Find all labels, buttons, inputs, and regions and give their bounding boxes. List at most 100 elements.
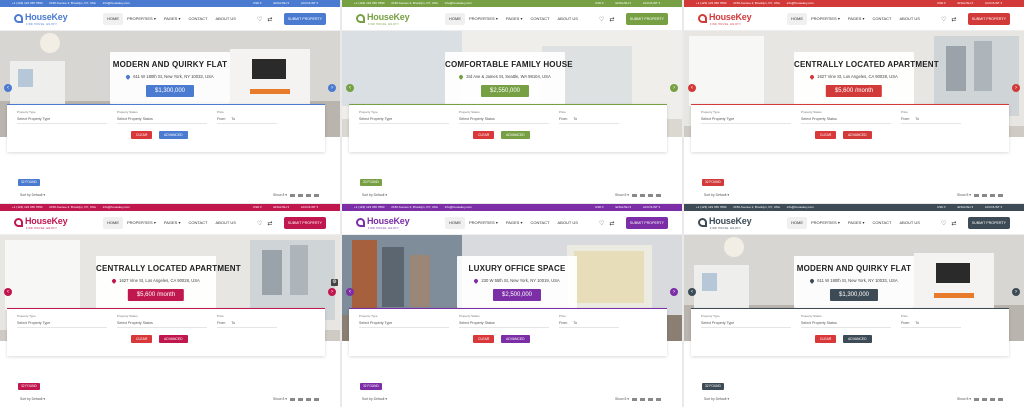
price-badge[interactable]: $2,500,000 <box>492 289 542 301</box>
menu-item-about[interactable]: ABOUT US <box>554 217 582 229</box>
map-view-icon[interactable] <box>306 397 311 401</box>
featured-property-card[interactable]: CENTRALLY LOCATED APARTMENT 1627 Vine St… <box>794 52 939 104</box>
menu-item-home[interactable]: HOME <box>103 13 123 25</box>
language-dropdown[interactable]: ENGLISH ▾ <box>616 1 632 5</box>
map-view-icon[interactable] <box>648 397 653 401</box>
email-text[interactable]: info@housekey.com <box>103 205 130 209</box>
property-status-select[interactable]: Property Status Select Property Status <box>117 110 207 124</box>
menu-item-about[interactable]: ABOUT US <box>554 13 582 25</box>
logo[interactable]: HouseKey FIND HOUSE. ENJOY! <box>698 10 760 28</box>
prev-slide-arrow[interactable]: ‹ <box>346 288 354 296</box>
show-count-dropdown[interactable]: Show 8 ▾ <box>615 193 629 197</box>
featured-property-card[interactable]: MODERN AND QUIRKY FLAT 611 W 180th St, N… <box>110 52 230 104</box>
menu-item-home[interactable]: HOME <box>445 217 465 229</box>
compare-icon[interactable]: ⇄ <box>609 221 614 227</box>
compare-icon[interactable]: ⇄ <box>951 221 956 227</box>
menu-item-home[interactable]: HOME <box>103 217 123 229</box>
currency-dropdown[interactable]: USD ▾ <box>253 205 262 209</box>
advanced-button[interactable]: ADVANCED <box>159 335 188 343</box>
menu-item-pages[interactable]: PAGES ▾ <box>844 13 869 25</box>
menu-item-about[interactable]: ABOUT US <box>212 217 240 229</box>
clear-button[interactable]: CLEAR <box>131 131 153 139</box>
menu-item-contact[interactable]: CONTACT <box>868 217 895 229</box>
grid-view-icon[interactable] <box>974 193 979 197</box>
price-range-input[interactable]: Price From To <box>901 314 961 328</box>
clear-button[interactable]: CLEAR <box>473 131 495 139</box>
prev-slide-arrow[interactable]: ‹ <box>688 288 696 296</box>
currency-dropdown[interactable]: USD ▾ <box>937 205 946 209</box>
map-view-icon[interactable] <box>990 397 995 401</box>
next-slide-arrow[interactable]: › <box>328 288 336 296</box>
phone-text[interactable]: +1 (123) 123 456 7890 <box>12 205 42 209</box>
menu-item-contact[interactable]: CONTACT <box>184 13 211 25</box>
compare-icon[interactable]: ⇄ <box>267 17 272 23</box>
advanced-button[interactable]: ADVANCED <box>501 335 530 343</box>
next-slide-arrow[interactable]: › <box>328 84 336 92</box>
menu-item-properties[interactable]: PROPERTIES ▾ <box>807 217 844 229</box>
menu-item-properties[interactable]: PROPERTIES ▾ <box>807 13 844 25</box>
property-type-select[interactable]: Property Type Select Property Type <box>701 314 791 328</box>
currency-dropdown[interactable]: USD ▾ <box>595 205 604 209</box>
property-status-select[interactable]: Property Status Select Property Status <box>459 314 549 328</box>
heart-icon[interactable]: ♡ <box>941 17 946 23</box>
featured-property-card[interactable]: MODERN AND QUIRKY FLAT 611 W 180th St, N… <box>794 256 914 308</box>
sort-dropdown[interactable]: Sort by Default ▾ <box>362 193 387 197</box>
sort-dropdown[interactable]: Sort by Default ▾ <box>20 397 45 401</box>
heart-icon[interactable]: ♡ <box>941 221 946 227</box>
menu-item-home[interactable]: HOME <box>445 13 465 25</box>
menu-item-contact[interactable]: CONTACT <box>526 217 553 229</box>
featured-property-card[interactable]: LUXURY OFFICE SPACE 230 W 55th St, New Y… <box>457 256 577 308</box>
language-dropdown[interactable]: ENGLISH ▾ <box>958 205 974 209</box>
language-dropdown[interactable]: ENGLISH ▾ <box>958 1 974 5</box>
menu-item-properties[interactable]: PROPERTIES ▾ <box>465 13 502 25</box>
show-count-dropdown[interactable]: Show 8 ▾ <box>273 397 287 401</box>
show-count-dropdown[interactable]: Show 8 ▾ <box>273 193 287 197</box>
heart-icon[interactable]: ♡ <box>257 17 262 23</box>
clear-button[interactable]: CLEAR <box>815 131 837 139</box>
map-view-icon[interactable] <box>648 193 653 197</box>
menu-item-contact[interactable]: CONTACT <box>868 13 895 25</box>
next-slide-arrow[interactable]: › <box>670 84 678 92</box>
price-badge[interactable]: $5,600 /month <box>127 289 185 301</box>
advanced-button[interactable]: ADVANCED <box>159 131 188 139</box>
wide-view-icon[interactable] <box>998 397 1003 401</box>
show-count-dropdown[interactable]: Show 8 ▾ <box>957 397 971 401</box>
grid-view-icon[interactable] <box>632 193 637 197</box>
logo[interactable]: HouseKey FIND HOUSE. ENJOY! <box>356 214 418 232</box>
list-view-icon[interactable] <box>298 397 303 401</box>
account-dropdown[interactable]: ACCOUNT ▾ <box>643 205 660 209</box>
wide-view-icon[interactable] <box>656 397 661 401</box>
wide-view-icon[interactable] <box>314 397 319 401</box>
email-text[interactable]: info@housekey.com <box>787 1 814 5</box>
advanced-button[interactable]: ADVANCED <box>843 335 872 343</box>
wide-view-icon[interactable] <box>656 193 661 197</box>
submit-property-button[interactable]: SUBMIT PROPERTY <box>625 13 668 25</box>
compare-icon[interactable]: ⇄ <box>267 221 272 227</box>
prev-slide-arrow[interactable]: ‹ <box>688 84 696 92</box>
logo[interactable]: HouseKey FIND HOUSE. ENJOY! <box>14 10 76 28</box>
account-dropdown[interactable]: ACCOUNT ▾ <box>301 1 318 5</box>
next-slide-arrow[interactable]: › <box>670 288 678 296</box>
clear-button[interactable]: CLEAR <box>815 335 837 343</box>
property-type-select[interactable]: Property Type Select Property Type <box>359 110 449 124</box>
settings-icon[interactable]: ⚙ <box>331 279 338 286</box>
phone-text[interactable]: +1 (123) 123 456 7890 <box>354 205 384 209</box>
menu-item-properties[interactable]: PROPERTIES ▾ <box>123 217 160 229</box>
menu-item-about[interactable]: ABOUT US <box>896 217 924 229</box>
account-dropdown[interactable]: ACCOUNT ▾ <box>301 205 318 209</box>
price-badge[interactable]: $1,300,000 <box>145 85 195 97</box>
prev-slide-arrow[interactable]: ‹ <box>4 288 12 296</box>
language-dropdown[interactable]: ENGLISH ▾ <box>274 1 290 5</box>
price-badge[interactable]: $1,300,000 <box>829 289 879 301</box>
submit-property-button[interactable]: SUBMIT PROPERTY <box>283 13 326 25</box>
email-text[interactable]: info@housekey.com <box>103 1 130 5</box>
list-view-icon[interactable] <box>298 193 303 197</box>
property-type-select[interactable]: Property Type Select Property Type <box>17 314 107 328</box>
menu-item-home[interactable]: HOME <box>787 13 807 25</box>
next-slide-arrow[interactable]: › <box>1012 84 1020 92</box>
sort-dropdown[interactable]: Sort by Default ▾ <box>362 397 387 401</box>
menu-item-contact[interactable]: CONTACT <box>526 13 553 25</box>
menu-item-about[interactable]: ABOUT US <box>896 13 924 25</box>
menu-item-about[interactable]: ABOUT US <box>212 13 240 25</box>
submit-property-button[interactable]: SUBMIT PROPERTY <box>967 217 1010 229</box>
